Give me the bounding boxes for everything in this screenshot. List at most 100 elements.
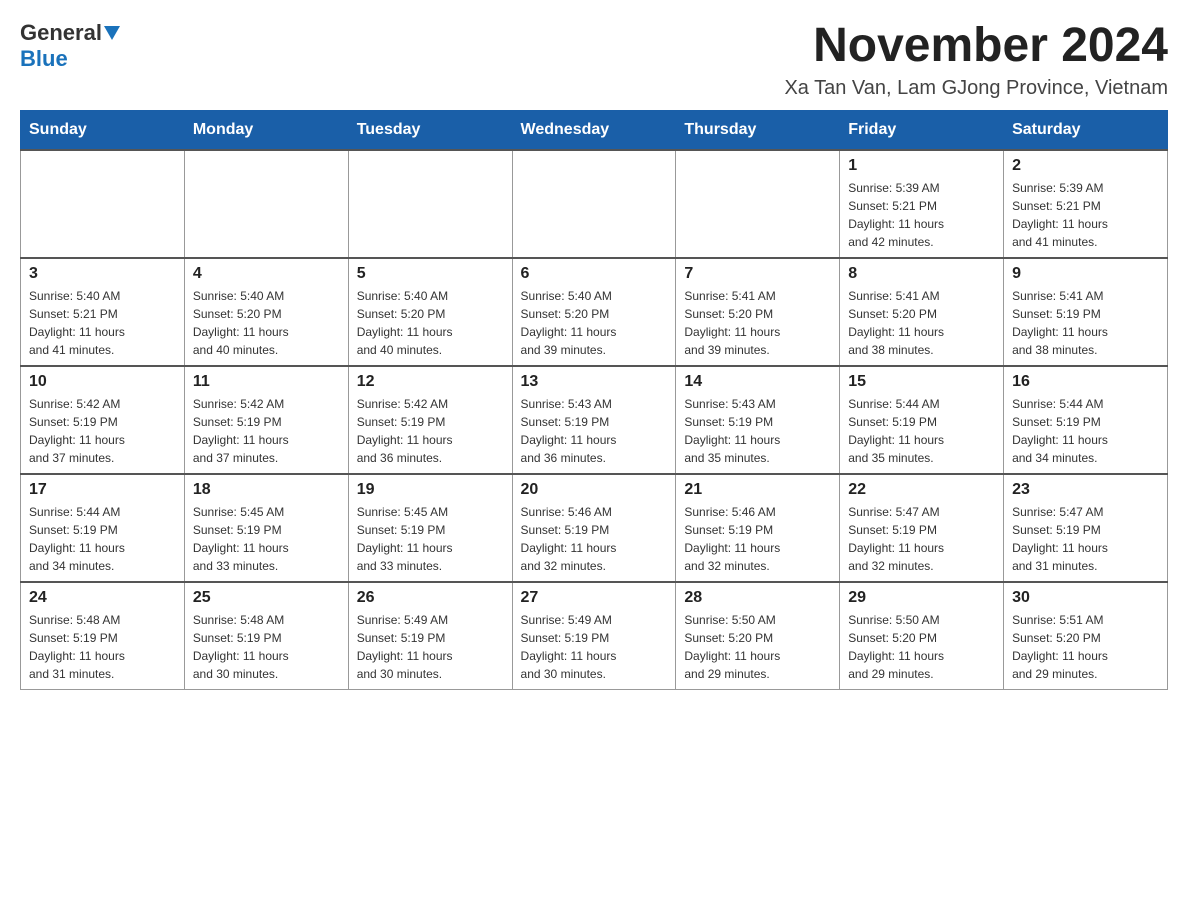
calendar-cell: 29Sunrise: 5:50 AMSunset: 5:20 PMDayligh… <box>840 582 1004 690</box>
calendar-cell: 11 Sunrise: 5:42 AMSunset: 5:19 PMDayligh… <box>184 366 348 474</box>
day-number: 4 <box>193 265 340 283</box>
day-number: 7 <box>684 265 831 283</box>
day-number: 2 <box>1012 157 1159 175</box>
week-row-3: 10 Sunrise: 5:42 AMSunset: 5:19 PMDayligh… <box>21 366 1168 474</box>
day-number: 28 <box>684 589 831 607</box>
day-info: Sunrise: 5:48 AMSunset: 5:19 PMDaylight:… <box>193 611 340 683</box>
logo-general-text: General <box>20 20 102 46</box>
day-info: Sunrise: 5:47 AMSunset: 5:19 PMDaylight:… <box>1012 503 1159 575</box>
day-info: Sunrise: 5:41 AMSunset: 5:20 PMDaylight:… <box>684 287 831 359</box>
day-number: 22 <box>848 481 995 499</box>
day-info: Sunrise: 5:46 AMSunset: 5:19 PMDaylight:… <box>521 503 668 575</box>
day-info: Sunrise: 5:40 AMSunset: 5:21 PMDaylight:… <box>29 287 176 359</box>
calendar-cell: 22 Sunrise: 5:47 AMSunset: 5:19 PMDayligh… <box>840 474 1004 582</box>
day-info: Sunrise: 5:47 AMSunset: 5:19 PMDaylight:… <box>848 503 995 575</box>
day-number: 14 <box>684 373 831 391</box>
calendar-cell: 21Sunrise: 5:46 AMSunset: 5:19 PMDayligh… <box>676 474 840 582</box>
calendar-cell: 20 Sunrise: 5:46 AMSunset: 5:19 PMDayligh… <box>512 474 676 582</box>
day-info: Sunrise: 5:39 AMSunset: 5:21 PMDaylight:… <box>848 179 995 251</box>
month-title: November 2024 <box>784 20 1168 73</box>
calendar-cell: 8Sunrise: 5:41 AMSunset: 5:20 PMDaylight… <box>840 258 1004 366</box>
day-info: Sunrise: 5:49 AMSunset: 5:19 PMDaylight:… <box>521 611 668 683</box>
calendar-cell: 10 Sunrise: 5:42 AMSunset: 5:19 PMDayligh… <box>21 366 185 474</box>
logo: General Blue <box>20 20 120 72</box>
calendar-cell: 24 Sunrise: 5:48 AMSunset: 5:19 PMDayligh… <box>21 582 185 690</box>
day-number: 20 <box>521 481 668 499</box>
day-number: 12 <box>357 373 504 391</box>
day-info: Sunrise: 5:50 AMSunset: 5:20 PMDaylight:… <box>684 611 831 683</box>
day-number: 3 <box>29 265 176 283</box>
day-info: Sunrise: 5:40 AMSunset: 5:20 PMDaylight:… <box>521 287 668 359</box>
day-number: 6 <box>521 265 668 283</box>
calendar-cell: 28 Sunrise: 5:50 AMSunset: 5:20 PMDayligh… <box>676 582 840 690</box>
calendar-cell: 15 Sunrise: 5:44 AMSunset: 5:19 PMDayligh… <box>840 366 1004 474</box>
calendar-cell: 14 Sunrise: 5:43 AMSunset: 5:19 PMDayligh… <box>676 366 840 474</box>
calendar-cell: 1 Sunrise: 5:39 AMSunset: 5:21 PMDaylight… <box>840 150 1004 258</box>
calendar-cell: 7 Sunrise: 5:41 AMSunset: 5:20 PMDaylight… <box>676 258 840 366</box>
day-number: 26 <box>357 589 504 607</box>
day-info: Sunrise: 5:44 AMSunset: 5:19 PMDaylight:… <box>29 503 176 575</box>
day-number: 27 <box>521 589 668 607</box>
calendar-header-row: SundayMondayTuesdayWednesdayThursdayFrid… <box>21 110 1168 150</box>
calendar-cell: 26Sunrise: 5:49 AMSunset: 5:19 PMDayligh… <box>348 582 512 690</box>
day-number: 19 <box>357 481 504 499</box>
weekday-header-friday: Friday <box>840 110 1004 150</box>
weekday-header-tuesday: Tuesday <box>348 110 512 150</box>
week-row-1: 1 Sunrise: 5:39 AMSunset: 5:21 PMDaylight… <box>21 150 1168 258</box>
day-number: 21 <box>684 481 831 499</box>
day-info: Sunrise: 5:44 AMSunset: 5:19 PMDaylight:… <box>1012 395 1159 467</box>
day-number: 15 <box>848 373 995 391</box>
calendar-cell: 5Sunrise: 5:40 AMSunset: 5:20 PMDaylight… <box>348 258 512 366</box>
day-number: 25 <box>193 589 340 607</box>
calendar-cell: 4 Sunrise: 5:40 AMSunset: 5:20 PMDaylight… <box>184 258 348 366</box>
day-number: 9 <box>1012 265 1159 283</box>
day-number: 30 <box>1012 589 1159 607</box>
day-info: Sunrise: 5:40 AMSunset: 5:20 PMDaylight:… <box>193 287 340 359</box>
location-text: Xa Tan Van, Lam GJong Province, Vietnam <box>784 77 1168 100</box>
day-number: 10 <box>29 373 176 391</box>
day-number: 29 <box>848 589 995 607</box>
calendar-cell: 3 Sunrise: 5:40 AMSunset: 5:21 PMDaylight… <box>21 258 185 366</box>
day-info: Sunrise: 5:41 AMSunset: 5:19 PMDaylight:… <box>1012 287 1159 359</box>
day-info: Sunrise: 5:51 AMSunset: 5:20 PMDaylight:… <box>1012 611 1159 683</box>
day-info: Sunrise: 5:45 AMSunset: 5:19 PMDaylight:… <box>357 503 504 575</box>
calendar-cell: 30 Sunrise: 5:51 AMSunset: 5:20 PMDayligh… <box>1004 582 1168 690</box>
calendar-cell: 25 Sunrise: 5:48 AMSunset: 5:19 PMDayligh… <box>184 582 348 690</box>
calendar-cell: 23 Sunrise: 5:47 AMSunset: 5:19 PMDayligh… <box>1004 474 1168 582</box>
day-info: Sunrise: 5:45 AMSunset: 5:19 PMDaylight:… <box>193 503 340 575</box>
day-info: Sunrise: 5:42 AMSunset: 5:19 PMDaylight:… <box>357 395 504 467</box>
calendar-cell: 17Sunrise: 5:44 AMSunset: 5:19 PMDayligh… <box>21 474 185 582</box>
day-number: 18 <box>193 481 340 499</box>
title-area: November 2024 Xa Tan Van, Lam GJong Prov… <box>784 20 1168 100</box>
calendar-cell: 9 Sunrise: 5:41 AMSunset: 5:19 PMDaylight… <box>1004 258 1168 366</box>
day-number: 13 <box>521 373 668 391</box>
calendar-cell <box>21 150 185 258</box>
day-info: Sunrise: 5:44 AMSunset: 5:19 PMDaylight:… <box>848 395 995 467</box>
day-info: Sunrise: 5:43 AMSunset: 5:19 PMDaylight:… <box>684 395 831 467</box>
page-header: General Blue November 2024 Xa Tan Van, L… <box>20 20 1168 100</box>
calendar-cell: 13Sunrise: 5:43 AMSunset: 5:19 PMDayligh… <box>512 366 676 474</box>
day-number: 1 <box>848 157 995 175</box>
week-row-2: 3 Sunrise: 5:40 AMSunset: 5:21 PMDaylight… <box>21 258 1168 366</box>
week-row-5: 24 Sunrise: 5:48 AMSunset: 5:19 PMDayligh… <box>21 582 1168 690</box>
day-number: 16 <box>1012 373 1159 391</box>
day-info: Sunrise: 5:42 AMSunset: 5:19 PMDaylight:… <box>29 395 176 467</box>
weekday-header-monday: Monday <box>184 110 348 150</box>
day-number: 5 <box>357 265 504 283</box>
weekday-header-saturday: Saturday <box>1004 110 1168 150</box>
day-number: 24 <box>29 589 176 607</box>
logo-triangle-icon <box>104 26 120 40</box>
weekday-header-thursday: Thursday <box>676 110 840 150</box>
day-info: Sunrise: 5:41 AMSunset: 5:20 PMDaylight:… <box>848 287 995 359</box>
day-number: 23 <box>1012 481 1159 499</box>
day-info: Sunrise: 5:48 AMSunset: 5:19 PMDaylight:… <box>29 611 176 683</box>
calendar-cell: 2Sunrise: 5:39 AMSunset: 5:21 PMDaylight… <box>1004 150 1168 258</box>
weekday-header-wednesday: Wednesday <box>512 110 676 150</box>
day-info: Sunrise: 5:42 AMSunset: 5:19 PMDaylight:… <box>193 395 340 467</box>
calendar-cell: 27 Sunrise: 5:49 AMSunset: 5:19 PMDayligh… <box>512 582 676 690</box>
calendar-cell: 19 Sunrise: 5:45 AMSunset: 5:19 PMDayligh… <box>348 474 512 582</box>
calendar-cell <box>512 150 676 258</box>
calendar-table: SundayMondayTuesdayWednesdayThursdayFrid… <box>20 110 1168 690</box>
day-number: 11 <box>193 373 340 391</box>
logo-blue-text: Blue <box>20 46 68 72</box>
